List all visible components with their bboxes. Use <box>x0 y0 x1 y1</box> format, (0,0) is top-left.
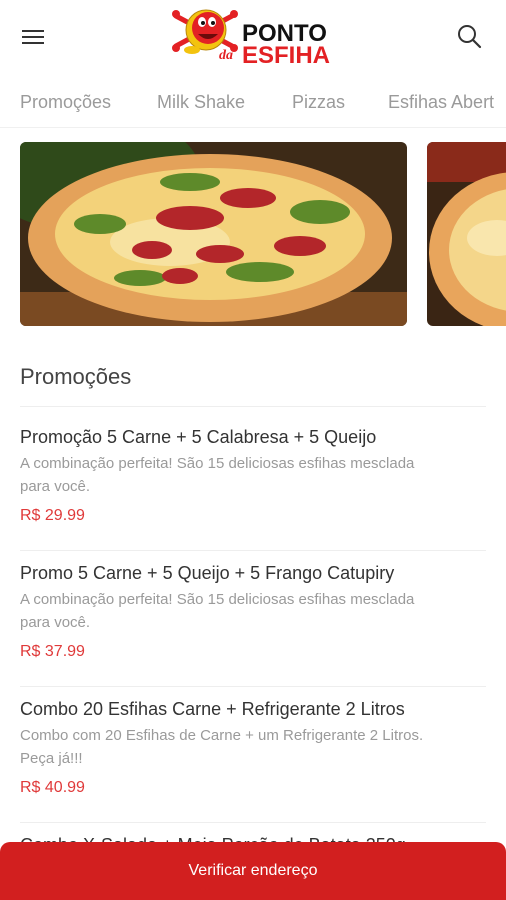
logo-word-esfiha: ESFIHA <box>242 42 331 69</box>
item-description-line: A combinação perfeita! São 15 deliciosas… <box>20 455 415 472</box>
item-description-line: Peça já!!! <box>20 750 83 767</box>
item-name: Combo 20 Esfihas Carne + Refrigerante 2 … <box>20 699 405 719</box>
search-icon[interactable] <box>455 22 485 52</box>
tab-pizzas[interactable]: Pizzas <box>292 92 345 113</box>
verify-address-button[interactable]: Verificar endereço <box>0 842 506 900</box>
app-header: PONTO da ESFIHA <box>0 0 506 72</box>
tab-milk-shake[interactable]: Milk Shake <box>157 92 245 113</box>
item-description-line: para você. <box>20 614 91 631</box>
section-title-promocoes: Promoções <box>20 364 132 389</box>
menu-item[interactable]: Promoção 5 Carne + 5 Calabresa + 5 Queij… <box>20 425 486 525</box>
item-price: R$ 29.99 <box>20 507 85 524</box>
item-description: A combinação perfeita! São 15 deliciosas… <box>20 588 486 634</box>
item-price: R$ 37.99 <box>20 643 85 660</box>
menu-item[interactable]: Promo 5 Carne + 5 Queijo + 5 Frango Catu… <box>20 561 486 661</box>
item-description-line: para você. <box>20 478 91 495</box>
hamburger-menu-icon[interactable] <box>22 26 48 48</box>
item-description-line: A combinação perfeita! São 15 deliciosas… <box>20 591 415 608</box>
brand-logo: PONTO da ESFIHA <box>172 4 336 70</box>
item-price: R$ 40.99 <box>20 779 85 796</box>
tab-promocoes[interactable]: Promoções <box>20 92 111 113</box>
divider <box>20 550 486 551</box>
item-description: Combo com 20 Esfihas de Carne + um Refri… <box>20 724 486 770</box>
category-tabs: Promoções Milk Shake Pizzas Esfihas Aber… <box>0 78 506 128</box>
divider <box>20 406 486 407</box>
divider <box>20 686 486 687</box>
item-name: Promoção 5 Carne + 5 Calabresa + 5 Queij… <box>20 427 377 447</box>
item-description-line: Combo com 20 Esfihas de Carne + um Refri… <box>20 727 424 744</box>
item-description: A combinação perfeita! São 15 deliciosas… <box>20 452 486 498</box>
divider <box>20 822 486 823</box>
promo-banner-carousel[interactable] <box>0 142 506 328</box>
logo-word-da: da <box>219 48 233 63</box>
pizza-banner-image-next[interactable] <box>427 142 506 326</box>
tab-esfihas-abertas[interactable]: Esfihas Abert <box>388 92 494 113</box>
item-name: Promo 5 Carne + 5 Queijo + 5 Frango Catu… <box>20 563 395 583</box>
pizza-banner-image[interactable] <box>20 142 407 326</box>
menu-item[interactable]: Combo 20 Esfihas Carne + Refrigerante 2 … <box>20 697 486 797</box>
